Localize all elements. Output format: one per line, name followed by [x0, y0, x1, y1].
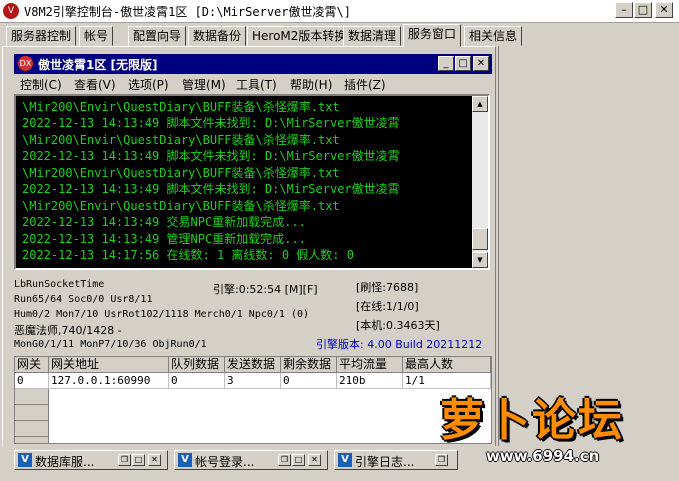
col-header-max-users[interactable]: 最高人数	[403, 357, 491, 373]
menu-plugins[interactable]: 插件(Z)	[344, 76, 386, 93]
engine-time: 引擎:0:52:54 [M][F]	[213, 283, 318, 296]
engine-version: 引擎版本: 4.00 Build 20211212	[316, 338, 483, 351]
row-header	[15, 389, 49, 405]
maximize-icon[interactable]: □	[292, 454, 305, 466]
menu-control[interactable]: 控制(C)	[20, 76, 62, 93]
menu-help[interactable]: 帮助(H)	[290, 76, 332, 93]
col-header-sent[interactable]: 发送数据	[225, 357, 281, 373]
menu-options[interactable]: 选项(P)	[128, 76, 169, 93]
online-count: [在线:1/1/0]	[356, 300, 419, 313]
restore-icon[interactable]: ❐	[118, 454, 131, 466]
col-header-address[interactable]: 网关地址	[49, 357, 169, 373]
tab-server-control[interactable]: 服务器控制	[6, 26, 77, 46]
task-label: 帐号登录...	[195, 455, 255, 469]
table-cell[interactable]: 0	[281, 373, 337, 389]
server-menubar: 控制(C) 查看(V) 选项(P) 管理(M) 工具(T) 帮助(H) 插件(Z…	[14, 75, 492, 93]
col-header-queue[interactable]: 队列数据	[169, 357, 225, 373]
menu-view[interactable]: 查看(V)	[74, 76, 116, 93]
tab-account[interactable]: 帐号	[79, 26, 114, 46]
row-header	[15, 421, 49, 437]
v-app-icon: V	[338, 453, 352, 467]
close-icon[interactable]: ✕	[308, 454, 321, 466]
tab-config-wizard[interactable]: 配置向导	[128, 26, 187, 46]
menu-tools[interactable]: 工具(T)	[236, 76, 277, 93]
table-cell[interactable]: 127.0.0.1:60990	[49, 373, 169, 389]
table-cell[interactable]: 0	[169, 373, 225, 389]
task-label: 引擎日志...	[355, 455, 415, 469]
server-window-title: 傲世凌霄1区 [无限版]	[38, 58, 158, 72]
local-uptime: [本机:0.3463天]	[356, 319, 440, 332]
restore-icon[interactable]: ❐	[278, 454, 291, 466]
row-header	[15, 405, 49, 421]
app-title-bar: V V8M2引擎控制台-傲世凌霄1区 [D:\MirServer傲世凌霄\] –…	[0, 0, 679, 23]
watermark-logo: 萝卜论坛	[440, 395, 624, 446]
watermark-url: www.6994.cn	[486, 447, 600, 465]
log-line: 2022-12-13 14:13:49 脚本文件未找到: D:\MirServe…	[22, 116, 400, 130]
log-line: 2022-12-13 14:13:49 交易NPC重新加载完成...	[22, 215, 306, 229]
log-line: \Mir200\Envir\QuestDiary\BUFF装备\杀怪爆率.txt	[22, 199, 340, 213]
demon-stats: 恶魔法师,740/1428 -	[14, 324, 122, 337]
app-title: V8M2引擎控制台-傲世凌霄1区 [D:\MirServer傲世凌霄\]	[24, 5, 351, 19]
col-header-remaining[interactable]: 剩余数据	[281, 357, 337, 373]
log-line: 2022-12-13 14:13:49 脚本文件未找到: D:\MirServe…	[22, 182, 400, 196]
task-account-login[interactable]: V 帐号登录... ❐ □ ✕	[174, 450, 328, 470]
scroll-down-arrow-icon[interactable]: ▼	[472, 252, 488, 268]
tab-data-cleanup[interactable]: 数据清理	[343, 26, 402, 46]
log-line: 2022-12-13 14:13:49 脚本文件未找到: D:\MirServe…	[22, 149, 400, 163]
v-app-icon: V	[178, 453, 192, 467]
gateway-table[interactable]: 网关 网关地址 队列数据 发送数据 剩余数据 平均流量 最高人数 0 127.0…	[14, 356, 492, 444]
run-stats: Run65/64 Soc0/0 Usr8/11	[14, 294, 153, 305]
log-line: \Mir200\Envir\QuestDiary\BUFF装备\杀怪爆率.txt	[22, 166, 340, 180]
menu-manage[interactable]: 管理(M)	[182, 76, 226, 93]
scroll-thumb[interactable]	[472, 228, 488, 250]
log-console[interactable]: \Mir200\Envir\QuestDiary\BUFF装备\杀怪爆率.txt…	[14, 94, 490, 270]
row-header	[15, 437, 49, 443]
minimize-button[interactable]: –	[615, 2, 633, 18]
mon-stats: MonG0/1/11 MonP7/10/36 ObjRun0/1	[14, 339, 207, 350]
hum-stats: Hum0/2 Mon7/10 UsrRot102/1118 Merch0/1 N…	[14, 309, 310, 320]
col-header-avg-flow[interactable]: 平均流量	[337, 357, 403, 373]
log-line: 2022-12-13 14:17:56 在线数: 1 离线数: 0 假人数: 0	[22, 248, 354, 262]
forum-watermark: 萝卜论坛 www.6994.cn	[434, 384, 679, 481]
maximize-icon[interactable]: □	[132, 454, 145, 466]
inner-maximize-button[interactable]: □	[455, 56, 471, 71]
server-logo-icon: DX	[18, 56, 33, 71]
app-logo-icon: V	[3, 3, 19, 19]
socket-time-label: LbRunSocketTime	[14, 279, 105, 290]
refresh-count: [刷怪:7688]	[356, 281, 419, 294]
table-cell[interactable]: 3	[225, 373, 281, 389]
task-database-server[interactable]: V 数据库服... ❐ □ ✕	[14, 450, 168, 470]
log-line: \Mir200\Envir\QuestDiary\BUFF装备\杀怪爆率.txt	[22, 100, 340, 114]
table-cell[interactable]: 210b	[337, 373, 403, 389]
main-tabs: 服务器控制 帐号 配置向导 数据备份 HeroM2版本转换 数据清理 服务窗口 …	[0, 24, 679, 47]
tab-data-backup[interactable]: 数据备份	[188, 26, 247, 46]
table-cell[interactable]: 0	[15, 373, 49, 389]
log-line: 2022-12-13 14:13:49 管理NPC重新加载完成...	[22, 232, 306, 246]
maximize-button[interactable]: □	[634, 2, 652, 18]
tab-service-window[interactable]: 服务窗口	[403, 24, 462, 47]
console-scrollbar[interactable]: ▲ ▼	[472, 96, 488, 268]
close-icon[interactable]: ✕	[148, 454, 161, 466]
log-line: \Mir200\Envir\QuestDiary\BUFF装备\杀怪爆率.txt	[22, 133, 340, 147]
tab-related-info[interactable]: 相关信息	[464, 26, 523, 46]
col-header-gateway[interactable]: 网关	[15, 357, 49, 373]
task-label: 数据库服...	[35, 455, 95, 469]
server-window-title-bar: DX 傲世凌霄1区 [无限版] _ □ ✕	[14, 54, 492, 74]
inner-close-button[interactable]: ✕	[473, 56, 489, 71]
v-app-icon: V	[18, 453, 32, 467]
scroll-up-arrow-icon[interactable]: ▲	[472, 96, 488, 112]
tab-herom2-convert[interactable]: HeroM2版本转换	[247, 26, 352, 46]
close-button[interactable]: ✕	[655, 2, 673, 18]
inner-minimize-button[interactable]: _	[438, 56, 454, 71]
